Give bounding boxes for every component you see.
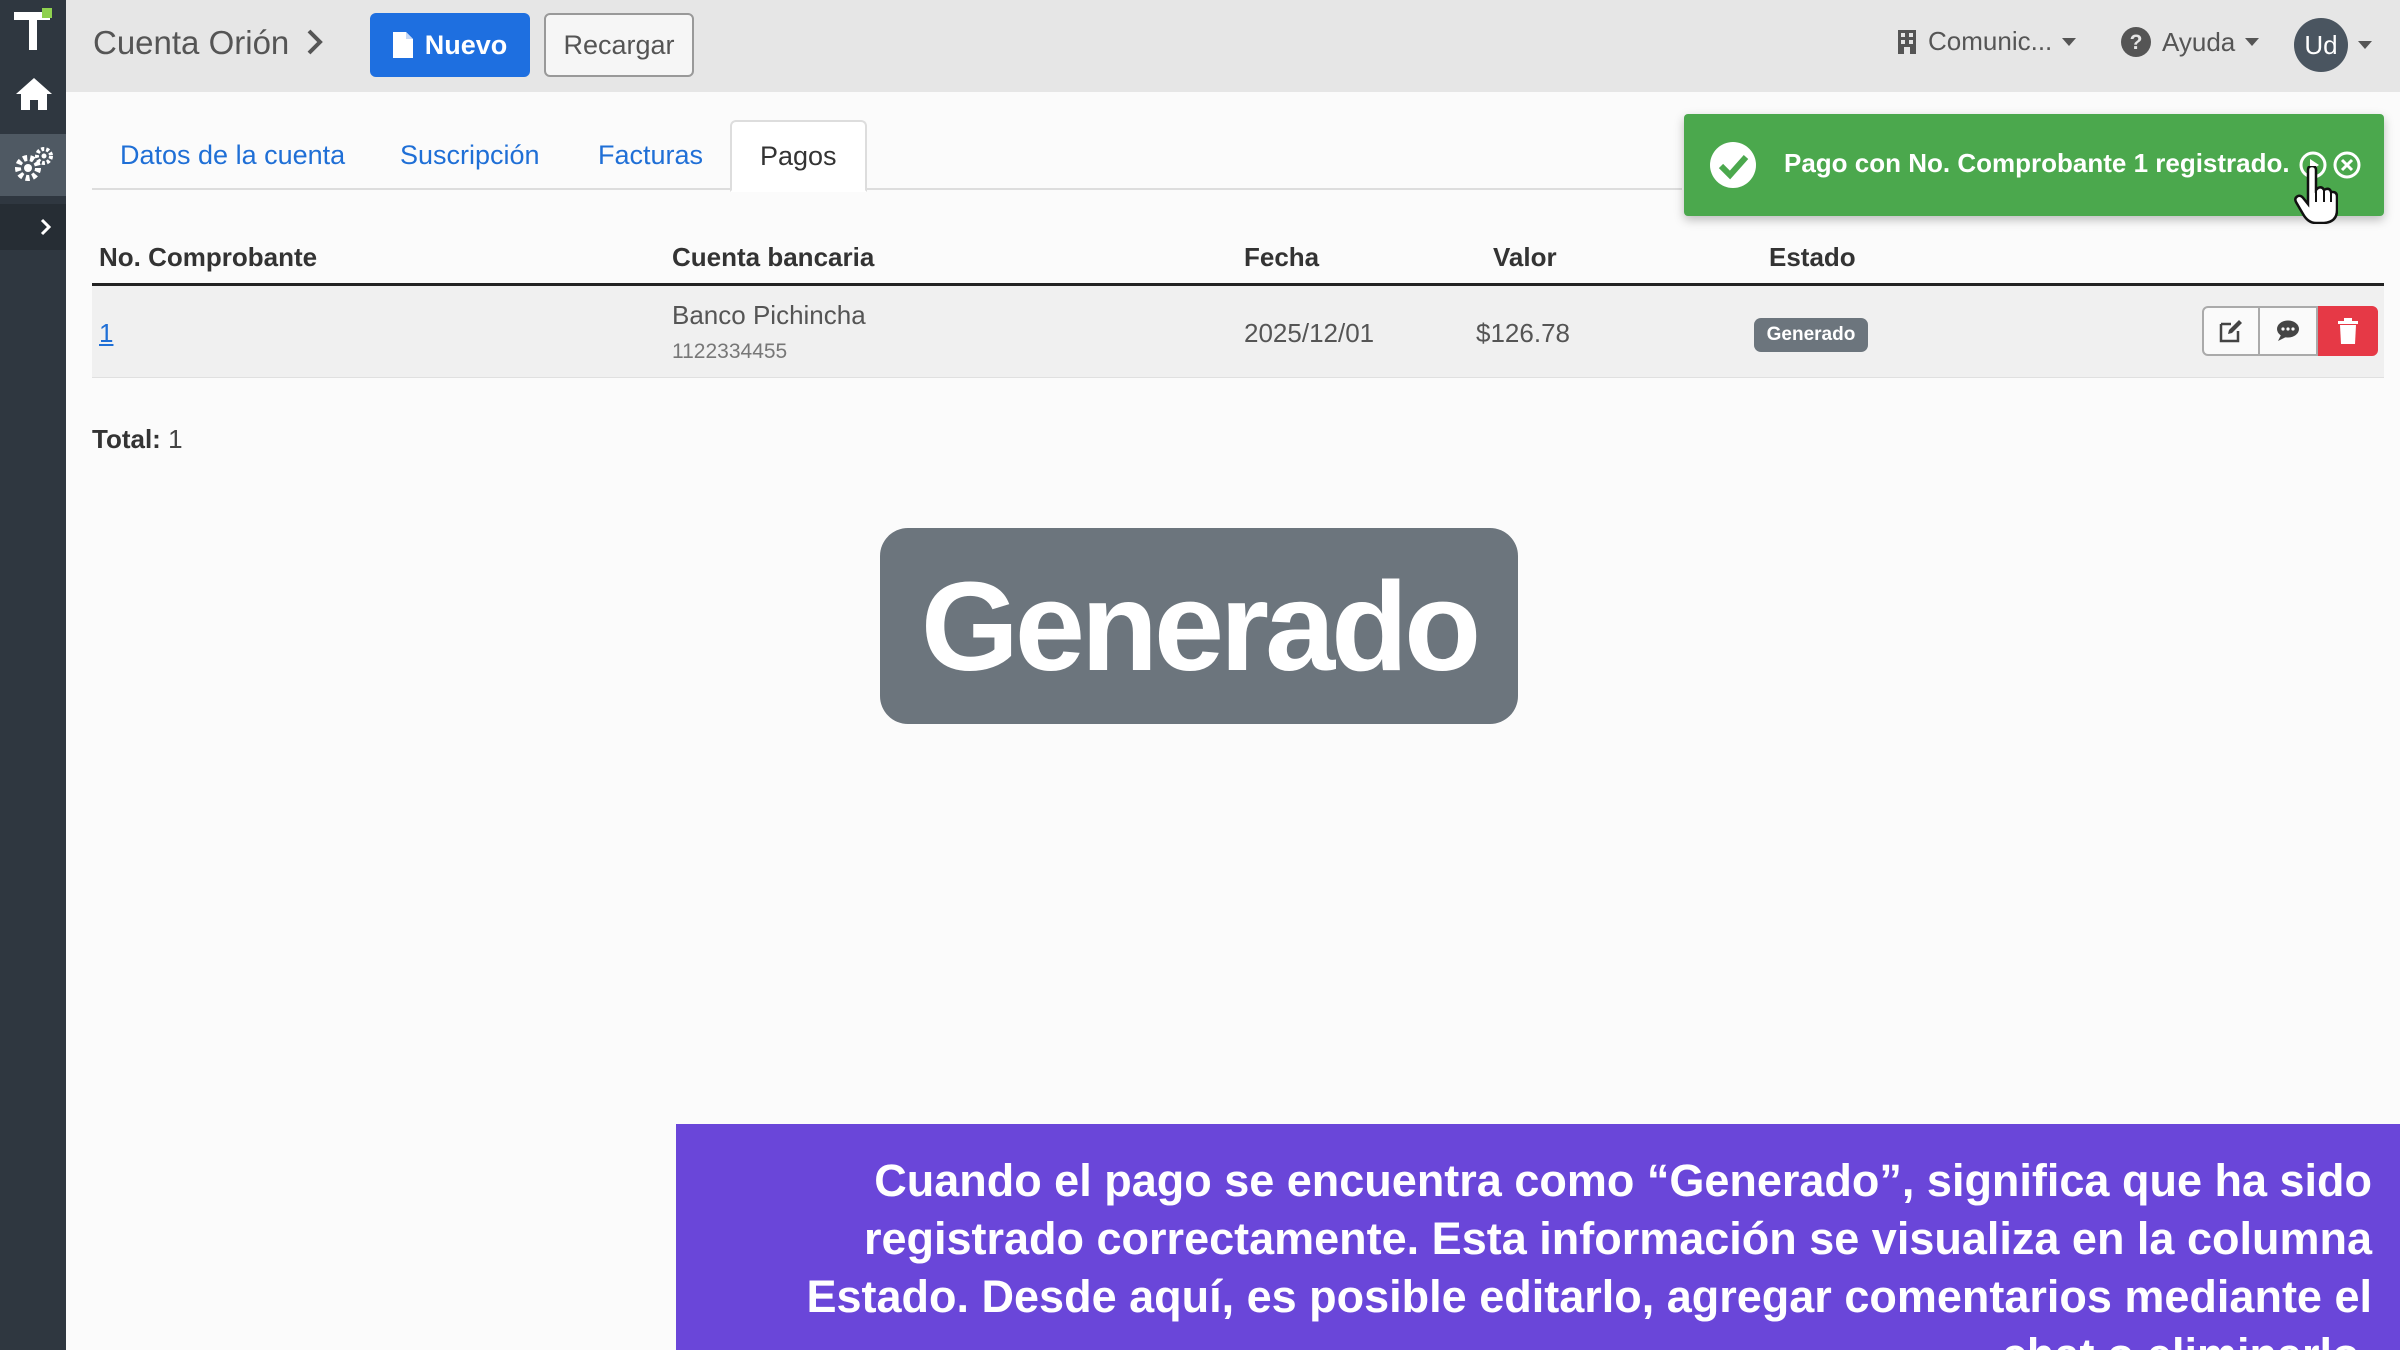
avatar: Ud xyxy=(2294,18,2348,72)
user-menu[interactable]: Ud xyxy=(2294,18,2372,72)
top-bar: Cuenta Orión Nuevo Recargar Comunic... ?… xyxy=(66,0,2400,92)
bank-account-number: 1122334455 xyxy=(672,340,788,363)
chevron-down-icon xyxy=(2245,38,2260,46)
chevron-down-icon xyxy=(2062,37,2077,46)
chat-button[interactable] xyxy=(2260,306,2318,356)
tab-subscription[interactable]: Suscripción xyxy=(372,120,568,190)
success-toast[interactable]: Pago con No. Comprobante 1 registrado. xyxy=(1684,114,2384,216)
sidebar-item-settings[interactable] xyxy=(0,134,66,196)
home-icon[interactable] xyxy=(14,74,54,114)
trash-icon xyxy=(2338,318,2358,344)
chevron-right-icon xyxy=(40,218,52,236)
edit-icon xyxy=(2219,320,2242,343)
total-count: Total: 1 xyxy=(92,424,183,455)
hand-cursor-icon xyxy=(2294,166,2338,224)
file-icon xyxy=(392,32,413,58)
tab-invoices[interactable]: Facturas xyxy=(570,120,731,190)
tab-payments[interactable]: Pagos xyxy=(730,120,867,192)
tab-bar: Datos de la cuenta Suscripción Facturas … xyxy=(92,120,1682,192)
new-button[interactable]: Nuevo xyxy=(370,13,530,77)
delete-button[interactable] xyxy=(2318,306,2378,356)
app-logo-icon[interactable] xyxy=(10,6,56,54)
edit-button[interactable] xyxy=(2202,306,2260,356)
total-label: Total: xyxy=(92,424,161,454)
column-header-date[interactable]: Fecha xyxy=(1244,242,1319,273)
help-menu-label: Ayuda xyxy=(2162,26,2236,57)
column-header-receipt[interactable]: No. Comprobante xyxy=(99,242,317,273)
help-icon: ? xyxy=(2121,27,2151,57)
receipt-link[interactable]: 1 xyxy=(99,318,113,349)
column-header-value[interactable]: Valor xyxy=(1493,242,1557,273)
chevron-down-icon xyxy=(2358,41,2372,49)
settings-icon xyxy=(15,147,53,181)
chevron-right-icon xyxy=(307,29,323,55)
status-badge: Generado xyxy=(1754,318,1868,352)
payment-date: 2025/12/01 xyxy=(1244,318,1375,348)
total-value: 1 xyxy=(168,424,183,454)
help-menu[interactable]: ? Ayuda xyxy=(2120,26,2260,58)
svg-text:?: ? xyxy=(2130,31,2143,54)
status-highlight-badge: Generado xyxy=(880,528,1518,724)
column-header-bank-account[interactable]: Cuenta bancaria xyxy=(672,242,874,273)
bank-name: Banco Pichincha xyxy=(672,300,866,330)
community-menu-label: Comunic... xyxy=(1928,26,2053,56)
check-circle-icon xyxy=(1710,142,1756,188)
community-menu[interactable]: Comunic... xyxy=(1896,26,2077,57)
reload-button[interactable]: Recargar xyxy=(544,13,694,77)
sidebar-expand-toggle[interactable] xyxy=(0,204,66,250)
payment-value: $126.78 xyxy=(1476,318,1570,348)
building-icon xyxy=(1898,29,1916,54)
toast-message: Pago con No. Comprobante 1 registrado. xyxy=(1784,148,2290,178)
new-button-label: Nuevo xyxy=(424,29,508,60)
tutorial-caption: Cuando el pago se encuentra como “Genera… xyxy=(676,1124,2400,1350)
tab-account-data[interactable]: Datos de la cuenta xyxy=(92,120,373,190)
breadcrumb-account[interactable]: Cuenta Orión xyxy=(93,24,289,62)
chat-icon xyxy=(2277,320,2299,341)
column-header-status[interactable]: Estado xyxy=(1769,242,1856,273)
sidebar xyxy=(0,0,66,1350)
table-row xyxy=(92,286,2384,378)
